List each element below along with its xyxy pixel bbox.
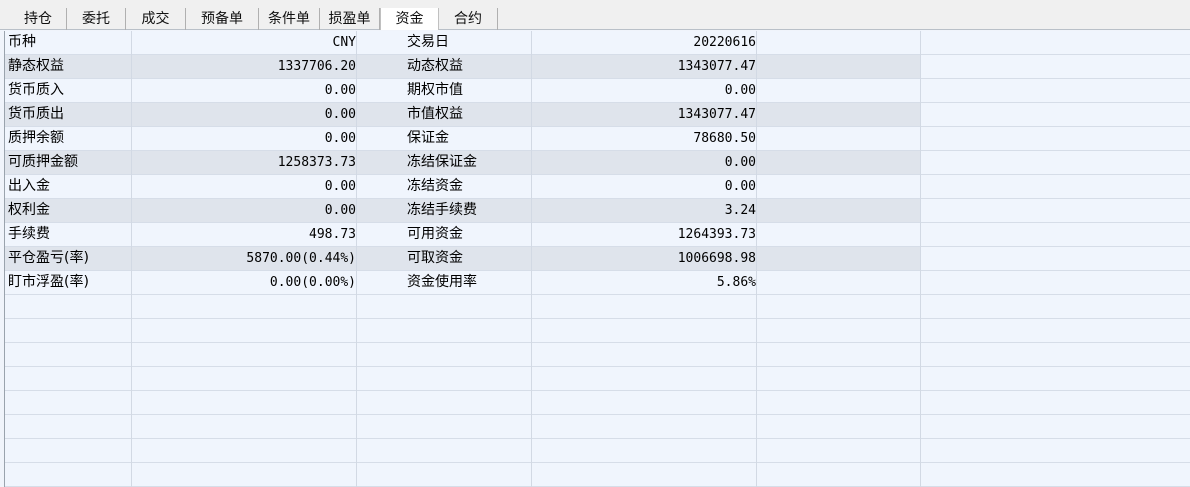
fund-row[interactable]: 出入金 0.00 冻结资金 0.00 <box>5 175 1190 199</box>
field-label: 手续费 <box>8 226 50 242</box>
field-label: 保证金 <box>407 130 449 146</box>
field-label: 冻结资金 <box>407 178 463 194</box>
tab-trades[interactable]: 成交 <box>126 8 186 30</box>
field-value: 0.00(0.00%) <box>269 275 356 290</box>
empty-row[interactable] <box>5 439 1190 463</box>
field-label: 平仓盈亏(率) <box>8 250 89 266</box>
field-value: 0.00 <box>724 83 756 98</box>
empty-row[interactable] <box>5 463 1190 487</box>
field-label: 冻结保证金 <box>407 154 477 170</box>
field-label: 货币质出 <box>8 106 64 122</box>
field-label: 市值权益 <box>407 106 463 122</box>
field-value: 1264393.73 <box>677 227 756 242</box>
fund-row[interactable]: 币种 CNY 交易日 20220616 <box>5 31 1190 55</box>
fund-row[interactable]: 货币质入 0.00 期权市值 0.00 <box>5 79 1190 103</box>
tab-bar: 持仓 委托 成交 预备单 条件单 损盈单 资金 合约 <box>0 0 1190 30</box>
empty-row[interactable] <box>5 343 1190 367</box>
empty-row[interactable] <box>5 367 1190 391</box>
tab-conditional-orders[interactable]: 条件单 <box>259 8 320 30</box>
field-label: 币种 <box>8 34 36 50</box>
tab-stop-profit-orders[interactable]: 损盈单 <box>320 8 380 30</box>
field-label: 质押余额 <box>8 130 64 146</box>
column-divider <box>756 31 757 487</box>
column-divider <box>531 31 532 487</box>
tab-orders[interactable]: 委托 <box>67 8 126 30</box>
empty-row[interactable] <box>5 391 1190 415</box>
field-value: 1343077.47 <box>677 107 756 122</box>
fund-row[interactable]: 质押余额 0.00 保证金 78680.50 <box>5 127 1190 151</box>
field-value: 0.00 <box>724 179 756 194</box>
field-value: 20220616 <box>693 35 756 50</box>
tab-funds[interactable]: 资金 <box>380 8 439 30</box>
field-value: 5.86% <box>716 275 756 290</box>
field-value: CNY <box>332 35 356 50</box>
fund-row[interactable]: 手续费 498.73 可用资金 1264393.73 <box>5 223 1190 247</box>
tab-position[interactable]: 持仓 <box>10 8 67 30</box>
field-value: 0.00 <box>324 83 356 98</box>
field-label: 动态权益 <box>407 58 463 74</box>
field-label: 静态权益 <box>8 58 64 74</box>
field-label: 出入金 <box>8 178 50 194</box>
field-label: 可用资金 <box>407 226 463 242</box>
column-divider <box>131 31 132 487</box>
field-value: 5870.00(0.44%) <box>246 251 356 266</box>
fund-row[interactable]: 可质押金额 1258373.73 冻结保证金 0.00 <box>5 151 1190 175</box>
empty-row[interactable] <box>5 319 1190 343</box>
field-label: 可取资金 <box>407 250 463 266</box>
field-label: 冻结手续费 <box>407 202 477 218</box>
field-value: 78680.50 <box>693 131 756 146</box>
empty-row[interactable] <box>5 295 1190 319</box>
fund-row[interactable]: 盯市浮盈(率) 0.00(0.00%) 资金使用率 5.86% <box>5 271 1190 295</box>
field-label: 交易日 <box>407 34 449 50</box>
fund-info-grid: 币种 CNY 交易日 20220616 静态权益 1337706.20 动态权益 134307… <box>4 31 1190 487</box>
fund-row[interactable]: 静态权益 1337706.20 动态权益 1343077.47 <box>5 55 1190 79</box>
field-value: 0.00 <box>724 155 756 170</box>
fund-row[interactable]: 货币质出 0.00 市值权益 1343077.47 <box>5 103 1190 127</box>
field-value: 0.00 <box>324 179 356 194</box>
field-value: 1343077.47 <box>677 59 756 74</box>
field-label: 资金使用率 <box>407 274 477 290</box>
field-label: 货币质入 <box>8 82 64 98</box>
empty-row[interactable] <box>5 415 1190 439</box>
field-value: 0.00 <box>324 131 356 146</box>
field-value: 1006698.98 <box>677 251 756 266</box>
field-value: 3.24 <box>724 203 756 218</box>
tab-prepared-orders[interactable]: 预备单 <box>186 8 259 30</box>
column-divider <box>356 31 357 487</box>
field-label: 权利金 <box>8 202 50 218</box>
field-value: 1337706.20 <box>277 59 356 74</box>
field-value: 0.00 <box>324 203 356 218</box>
field-label: 盯市浮盈(率) <box>8 274 89 290</box>
field-label: 期权市值 <box>407 82 463 98</box>
column-divider <box>920 31 921 487</box>
field-value: 1258373.73 <box>277 155 356 170</box>
field-value: 498.73 <box>309 227 356 242</box>
tab-contracts[interactable]: 合约 <box>439 8 498 30</box>
field-value: 0.00 <box>324 107 356 122</box>
fund-row[interactable]: 权利金 0.00 冻结手续费 3.24 <box>5 199 1190 223</box>
fund-row[interactable]: 平仓盈亏(率) 5870.00(0.44%) 可取资金 1006698.98 <box>5 247 1190 271</box>
field-label: 可质押金额 <box>8 154 78 170</box>
